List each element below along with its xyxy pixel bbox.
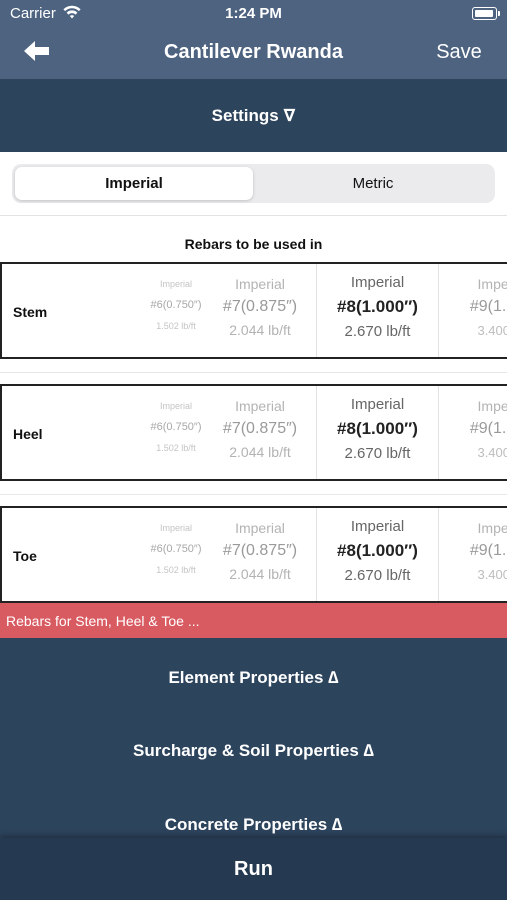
rebar-weight: 2.670 lb/ft	[344, 323, 411, 340]
rebar-system: Imperial	[235, 398, 285, 414]
page-title: Cantilever Rwanda	[164, 41, 343, 63]
rebar-weight: 1.502 lb/ft	[156, 565, 196, 575]
battery-tip	[498, 11, 500, 16]
status-bar: Carrier 1:24 PM	[0, 0, 507, 28]
rebar-option-7[interactable]: Imperial #7(0.875″) 2.044 lb/ft	[206, 264, 314, 357]
rebar-size: #9(1.12	[469, 298, 507, 315]
rebar-system: Imperial	[350, 274, 405, 291]
element-properties-toggle[interactable]: Element Properties ∆	[0, 668, 507, 688]
rebar-size: #6(0.750″)	[150, 543, 202, 555]
rebar-option-7[interactable]: Imperial #7(0.875″) 2.044 lb/ft	[206, 386, 314, 479]
rebar-weight: 2.670 lb/ft	[344, 567, 411, 584]
rebar-size: #7(0.875″)	[222, 542, 298, 559]
rebar-option-9[interactable]: Imperi #9(1.12 3.400 l	[442, 508, 507, 601]
rebar-size: #9(1.12	[469, 420, 507, 437]
rebar-system: Imperial	[235, 276, 285, 292]
rebar-weight: 2.044 lb/ft	[229, 322, 291, 338]
rebar-system: Imperial	[159, 279, 192, 289]
rebar-size: #8(1.000″)	[337, 419, 418, 438]
rebar-row-heel: Heel Imperial #6(0.750″) 1.502 lb/ft Imp…	[0, 384, 507, 481]
rebar-size: #8(1.000″)	[337, 297, 418, 316]
run-button[interactable]: Run	[0, 838, 507, 900]
navigation-header: Carrier 1:24 PM Cantilever Rwanda Save	[0, 0, 507, 79]
rebar-system: Imperial	[350, 518, 405, 535]
surcharge-soil-properties-toggle[interactable]: Surcharge & Soil Properties ∆	[0, 741, 507, 761]
rebar-option-8-selected[interactable]: Imperial #8(1.000″) 2.670 lb/ft	[316, 386, 439, 479]
settings-toggle[interactable]: Settings ∇	[0, 79, 507, 152]
rebar-row-stem: Stem Imperial #6(0.750″) 1.502 lb/ft Imp…	[0, 262, 507, 359]
rebar-size: #7(0.875″)	[222, 420, 298, 437]
row-label: Heel	[13, 426, 43, 442]
row-separator	[0, 372, 507, 373]
rebar-option-8-selected[interactable]: Imperial #8(1.000″) 2.670 lb/ft	[316, 264, 439, 357]
rebar-weight: 3.400 l	[477, 567, 507, 582]
rebar-size: #6(0.750″)	[150, 421, 202, 433]
clock-label: 1:24 PM	[225, 5, 282, 22]
rebar-option-6[interactable]: Imperial #6(0.750″) 1.502 lb/ft	[142, 264, 210, 357]
row-separator	[0, 494, 507, 495]
rebar-size: #9(1.12	[469, 542, 507, 559]
rebar-weight: 2.044 lb/ft	[229, 444, 291, 460]
rebar-weight: 1.502 lb/ft	[156, 321, 196, 331]
rebar-system: Imperi	[477, 398, 507, 414]
rebar-weight: 3.400 l	[477, 323, 507, 338]
rebar-option-8-selected[interactable]: Imperial #8(1.000″) 2.670 lb/ft	[316, 508, 439, 601]
rebar-weight: 2.670 lb/ft	[344, 445, 411, 462]
rebar-size: #8(1.000″)	[337, 541, 418, 560]
concrete-properties-toggle[interactable]: Concrete Properties ∆	[0, 815, 507, 835]
rebar-option-7[interactable]: Imperial #7(0.875″) 2.044 lb/ft	[206, 508, 314, 601]
rebar-size: #6(0.750″)	[150, 299, 202, 311]
rebar-size: #7(0.875″)	[222, 298, 298, 315]
segment-imperial[interactable]: Imperial	[15, 167, 253, 200]
battery-icon	[472, 7, 497, 20]
rebar-weight: 2.044 lb/ft	[229, 566, 291, 582]
rebar-option-9[interactable]: Imperi #9(1.12 3.400 l	[442, 386, 507, 479]
rebar-system: Imperial	[235, 520, 285, 536]
rebar-weight: 3.400 l	[477, 445, 507, 460]
arrow-left-icon[interactable]	[22, 38, 52, 64]
rebar-system: Imperial	[159, 523, 192, 533]
rebar-option-6[interactable]: Imperial #6(0.750″) 1.502 lb/ft	[142, 386, 210, 479]
segment-metric[interactable]: Metric	[254, 167, 492, 200]
rebar-option-9[interactable]: Imperi #9(1.12 3.400 l	[442, 264, 507, 357]
save-button[interactable]: Save	[420, 41, 498, 64]
row-label: Toe	[13, 548, 37, 564]
rebar-warning-bar[interactable]: Rebars for Stem, Heel & Toe ...	[0, 603, 507, 638]
rebar-row-toe: Toe Imperial #6(0.750″) 1.502 lb/ft Impe…	[0, 506, 507, 603]
rebar-system: Imperi	[477, 276, 507, 292]
unit-segmented-control: Imperial Metric	[12, 164, 495, 203]
divider	[0, 215, 507, 216]
rebar-system: Imperi	[477, 520, 507, 536]
rebar-system: Imperial	[350, 396, 405, 413]
row-label: Stem	[13, 304, 48, 320]
rebar-system: Imperial	[159, 401, 192, 411]
rebar-weight: 1.502 lb/ft	[156, 443, 196, 453]
rebar-option-6[interactable]: Imperial #6(0.750″) 1.502 lb/ft	[142, 508, 210, 601]
rebar-section-heading: Rebars to be used in	[184, 236, 323, 252]
